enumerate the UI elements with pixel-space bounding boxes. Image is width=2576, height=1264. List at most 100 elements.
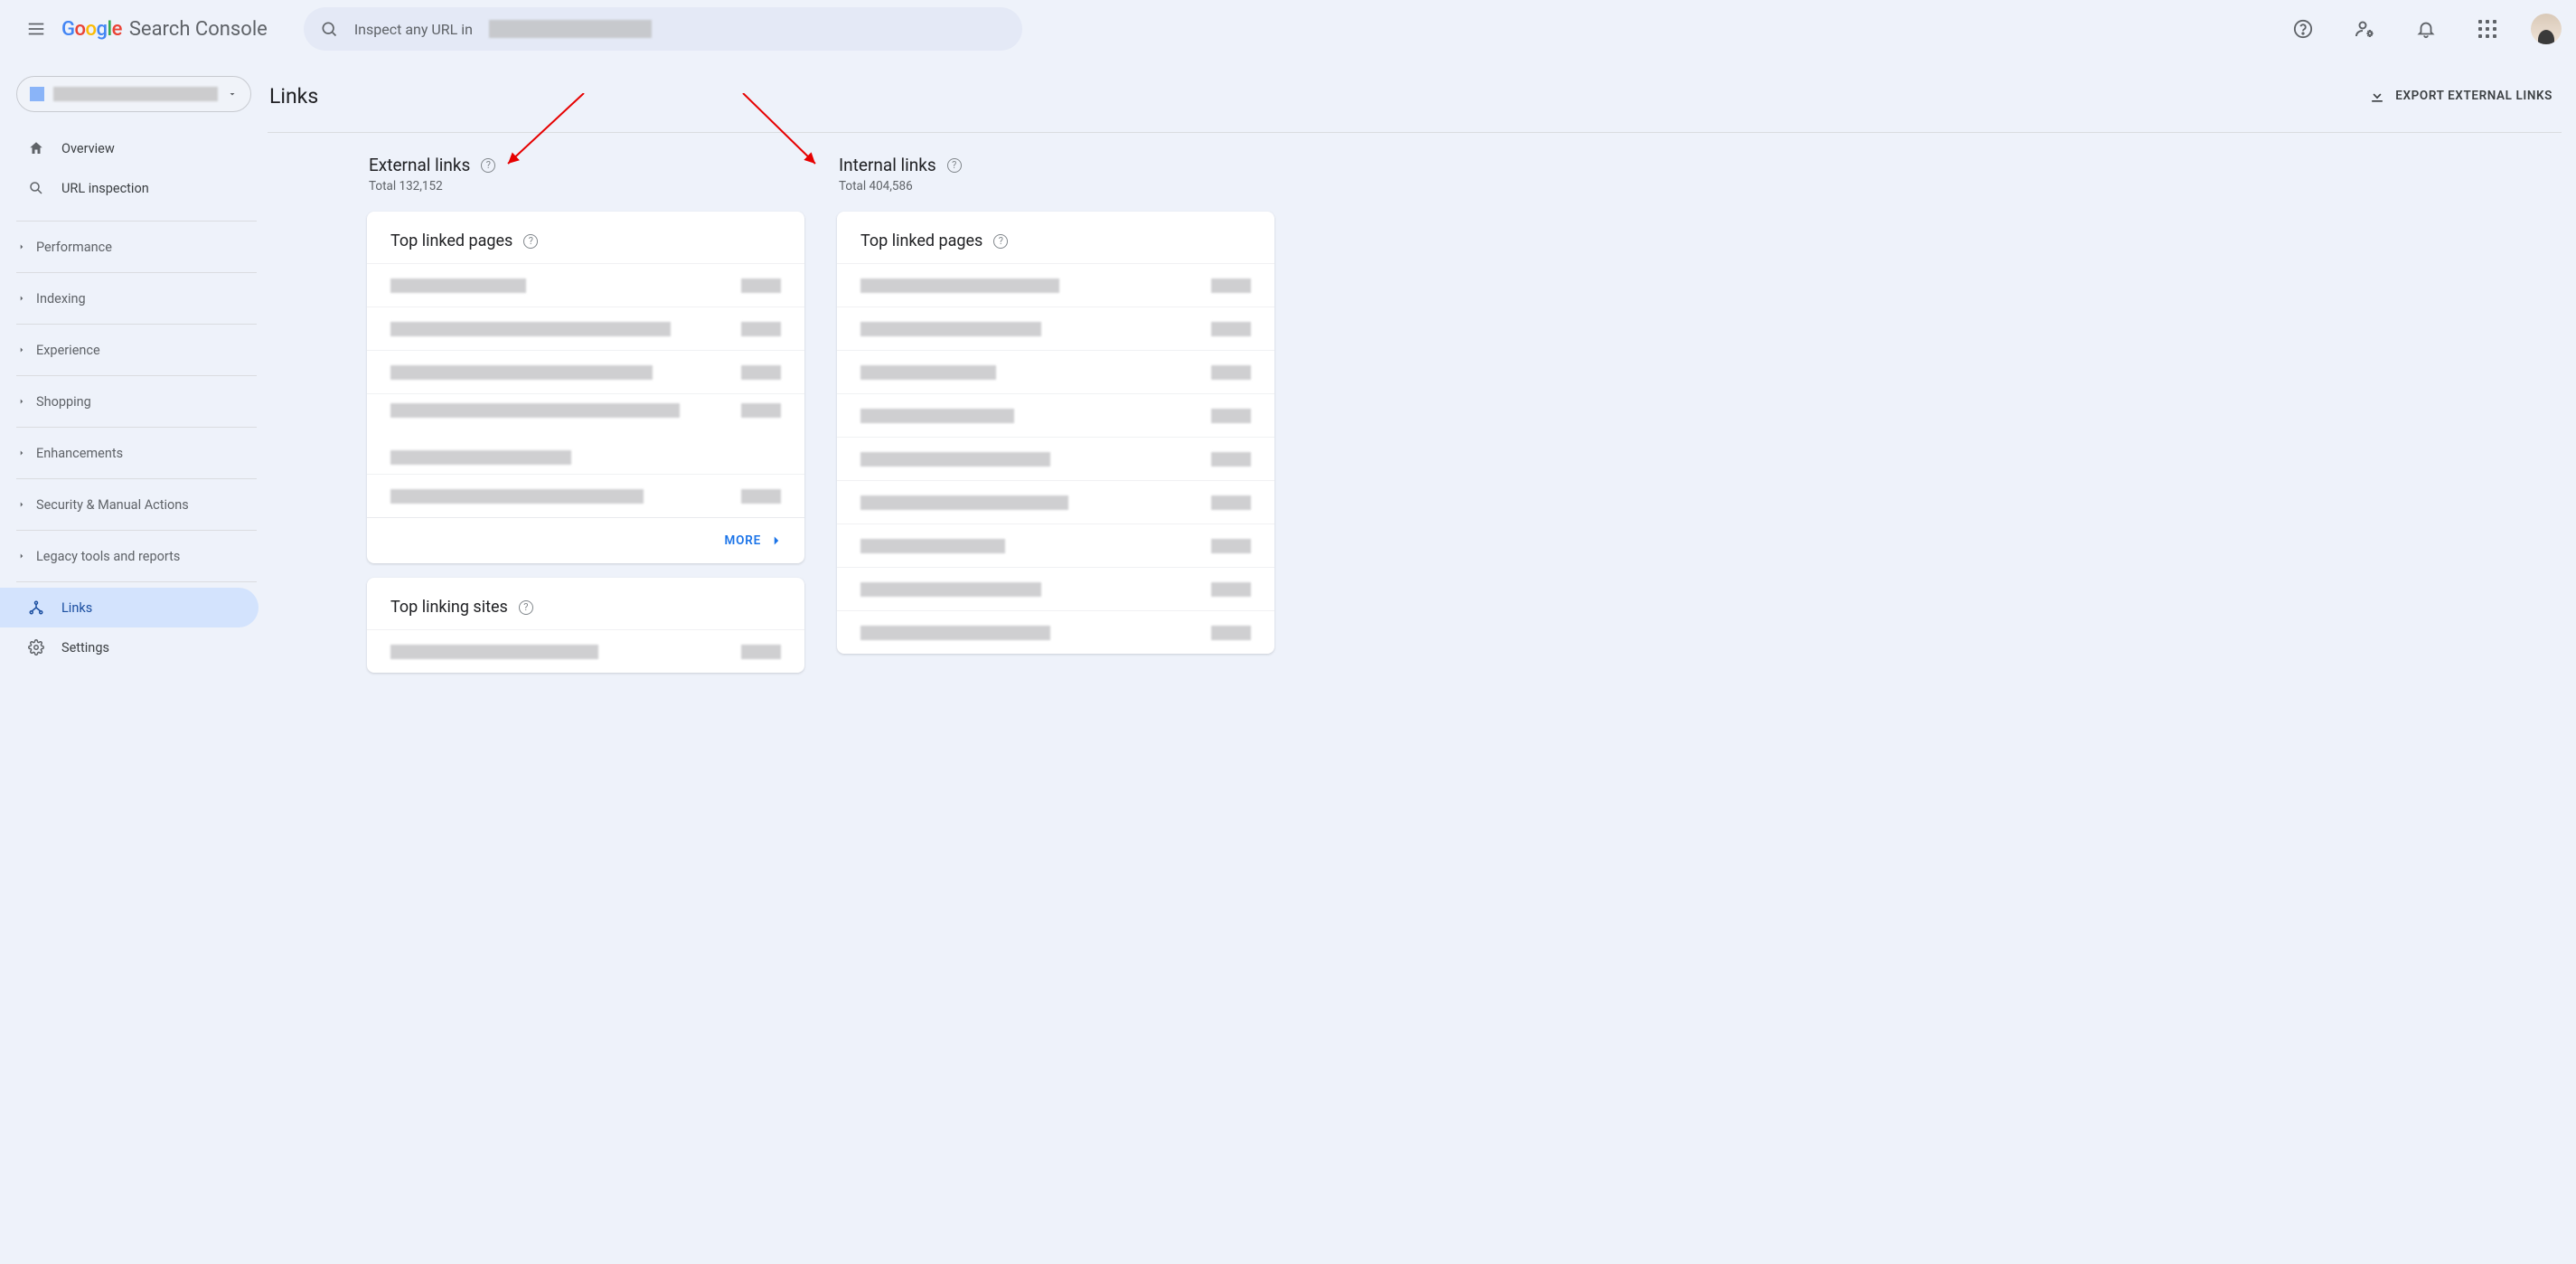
home-icon (27, 140, 45, 156)
redacted-url (860, 322, 1041, 336)
card-title: Top linking sites (390, 598, 508, 617)
redacted-count (1211, 365, 1251, 380)
chevron-right-icon (16, 242, 27, 251)
top-linking-sites-card: Top linking sites (367, 578, 804, 673)
table-row[interactable] (837, 567, 1274, 610)
redacted-count (1211, 452, 1251, 467)
redacted-url (390, 403, 680, 418)
sidebar-item-settings[interactable]: Settings (0, 627, 259, 667)
redacted-url (860, 582, 1041, 597)
sidebar-group-label: Legacy tools and reports (36, 549, 180, 564)
table-row[interactable] (367, 350, 804, 393)
table-row[interactable] (837, 350, 1274, 393)
redacted-url (860, 626, 1050, 640)
card-title: Top linked pages (390, 231, 512, 250)
redacted-url (390, 278, 526, 293)
external-links-header: External links Total 132,152 (367, 151, 804, 197)
redacted-url (860, 495, 1068, 510)
export-external-links-button[interactable]: EXPORT EXTERNAL LINKS (2359, 80, 2562, 112)
table-row[interactable] (837, 610, 1274, 654)
table-row[interactable] (367, 263, 804, 307)
sidebar-item-label: Overview (61, 141, 115, 156)
sidebar-divider (16, 581, 257, 582)
bell-icon (2416, 19, 2436, 39)
redacted-url (390, 450, 571, 465)
sidebar-divider (16, 427, 257, 428)
internal-links-total: Total 404,586 (839, 179, 1273, 193)
internal-links-column: Internal links Total 404,586 Top linked … (837, 151, 1274, 673)
sidebar-divider (16, 530, 257, 531)
sidebar-group-legacy[interactable]: Legacy tools and reports (0, 536, 259, 576)
table-row[interactable] (367, 393, 804, 474)
redacted-url (390, 322, 671, 336)
property-favicon (30, 87, 44, 101)
sidebar-group-enhancements[interactable]: Enhancements (0, 433, 259, 473)
product-name: Search Console (129, 18, 268, 41)
sidebar-group-experience[interactable]: Experience (0, 330, 259, 370)
sidebar-item-links[interactable]: Links (0, 588, 259, 627)
sidebar-group-security[interactable]: Security & Manual Actions (0, 485, 259, 524)
table-row[interactable] (837, 263, 1274, 307)
sidebar-item-url-inspection[interactable]: URL inspection (0, 168, 259, 208)
sidebar: Overview URL inspection Performance Inde… (0, 58, 268, 1264)
redacted-property-url (489, 20, 652, 38)
help-icon[interactable] (519, 600, 533, 615)
menu-button[interactable] (14, 7, 58, 51)
external-links-total: Total 132,152 (369, 179, 803, 193)
sidebar-divider (16, 221, 257, 222)
table-row[interactable] (367, 629, 804, 673)
property-selector[interactable] (16, 76, 251, 112)
google-apps-button[interactable] (2469, 11, 2505, 47)
chevron-right-icon (16, 397, 27, 406)
sidebar-item-label: URL inspection (61, 181, 149, 196)
redacted-count (741, 403, 781, 418)
help-icon[interactable] (523, 234, 538, 249)
gear-icon (27, 639, 45, 656)
sidebar-group-shopping[interactable]: Shopping (0, 382, 259, 421)
card-title: Top linked pages (860, 231, 982, 250)
chevron-right-icon (16, 500, 27, 509)
main-content: Links EXPORT EXTERNAL LINKS (268, 58, 2576, 1264)
internal-links-title: Internal links (839, 155, 936, 175)
help-icon[interactable] (947, 158, 962, 173)
redacted-count (741, 365, 781, 380)
table-row[interactable] (367, 307, 804, 350)
sidebar-item-overview[interactable]: Overview (0, 128, 259, 168)
table-row[interactable] (367, 474, 804, 517)
sidebar-divider (16, 375, 257, 376)
help-icon[interactable] (993, 234, 1008, 249)
account-avatar[interactable] (2531, 14, 2562, 44)
redacted-count (1211, 322, 1251, 336)
help-button[interactable] (2285, 11, 2321, 47)
export-label: EXPORT EXTERNAL LINKS (2395, 89, 2552, 103)
sidebar-group-performance[interactable]: Performance (0, 227, 259, 267)
sidebar-group-indexing[interactable]: Indexing (0, 278, 259, 318)
help-circle-icon (2293, 19, 2313, 39)
table-row[interactable] (837, 524, 1274, 567)
product-logo[interactable]: Google Search Console (61, 18, 268, 41)
table-row[interactable] (837, 437, 1274, 480)
redacted-count (1211, 278, 1251, 293)
chevron-right-icon (768, 533, 785, 549)
more-button[interactable]: MORE (367, 517, 804, 563)
chevron-right-icon (16, 345, 27, 354)
apps-grid-icon (2478, 20, 2496, 38)
sidebar-group-label: Security & Manual Actions (36, 497, 189, 513)
page-header: Links EXPORT EXTERNAL LINKS (268, 80, 2562, 133)
internal-links-header: Internal links Total 404,586 (837, 151, 1274, 197)
redacted-property-name (53, 87, 218, 101)
table-row[interactable] (837, 480, 1274, 524)
account-settings-button[interactable] (2346, 11, 2383, 47)
table-row[interactable] (837, 307, 1274, 350)
external-links-title: External links (369, 155, 470, 175)
redacted-count (1211, 409, 1251, 423)
sidebar-group-label: Performance (36, 240, 112, 255)
search-placeholder-prefix: Inspect any URL in (354, 21, 473, 38)
links-icon (27, 599, 45, 616)
help-icon[interactable] (481, 158, 495, 173)
url-inspection-search[interactable]: Inspect any URL in (304, 7, 1022, 51)
notifications-button[interactable] (2408, 11, 2444, 47)
sidebar-item-label: Settings (61, 640, 109, 656)
person-gear-icon (2354, 18, 2375, 40)
table-row[interactable] (837, 393, 1274, 437)
